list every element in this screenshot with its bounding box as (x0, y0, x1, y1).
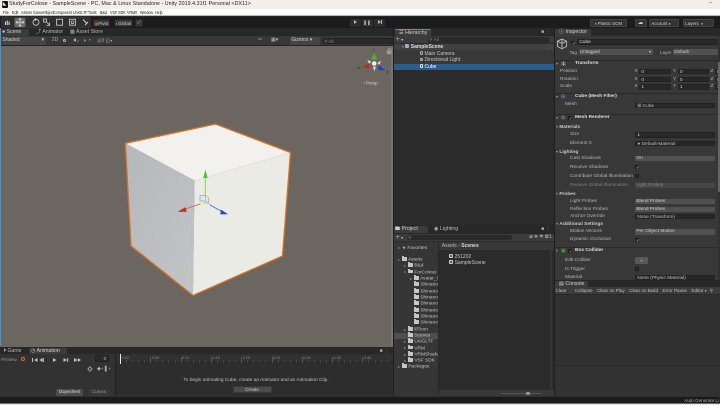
svg-text:y: y (373, 47, 376, 52)
svg-text:‹ Persp: ‹ Persp (364, 81, 379, 86)
svg-text:x: x (358, 65, 361, 70)
svg-text:z: z (386, 70, 388, 75)
